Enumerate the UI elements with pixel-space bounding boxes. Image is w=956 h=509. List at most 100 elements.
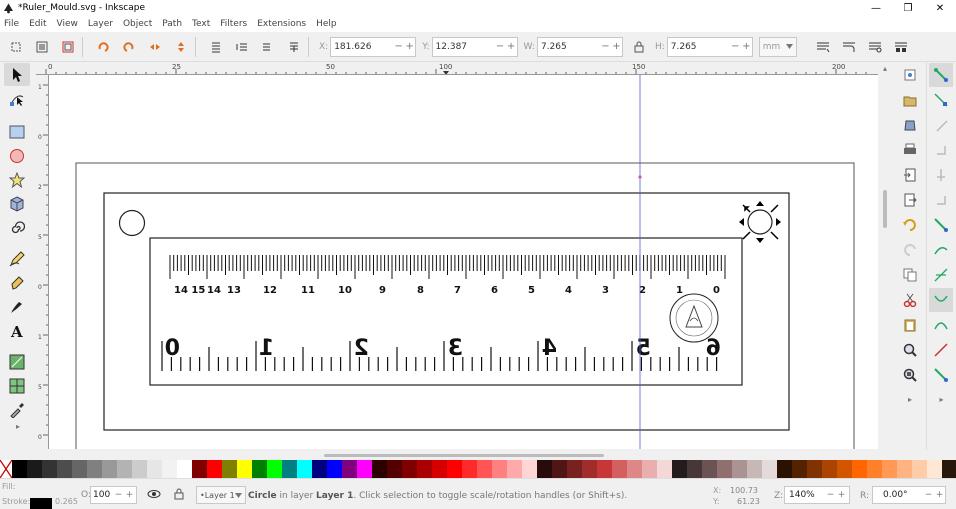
star-tool[interactable] xyxy=(4,168,30,191)
palette-swatch[interactable] xyxy=(267,460,282,478)
palette-swatch[interactable] xyxy=(807,460,822,478)
select-all-icon[interactable] xyxy=(6,37,26,57)
opacity-decrement[interactable]: − xyxy=(113,490,124,500)
w-value[interactable]: 7.265 xyxy=(538,42,600,52)
zoom-increment[interactable]: + xyxy=(836,490,847,500)
palette-swatch[interactable] xyxy=(387,460,402,478)
lower-to-bottom-icon[interactable] xyxy=(206,37,226,57)
vertical-ruler[interactable]: 1 0 2 5 0 1 5 0 xyxy=(36,75,49,449)
mesh-tool[interactable] xyxy=(4,374,30,397)
rotation-value[interactable]: 0.00° xyxy=(873,490,923,500)
palette-swatch[interactable] xyxy=(312,460,327,478)
palette-swatch[interactable] xyxy=(717,460,732,478)
rotate-ccw-icon[interactable] xyxy=(93,37,113,57)
snap-path-intersection-icon[interactable] xyxy=(929,263,953,287)
menu-filters[interactable]: Filters xyxy=(220,19,247,29)
palette-swatch[interactable] xyxy=(657,460,672,478)
palette-swatch[interactable] xyxy=(402,460,417,478)
menu-help[interactable]: Help xyxy=(316,19,337,29)
new-document-icon[interactable] xyxy=(898,63,922,87)
horizontal-ruler[interactable]: 0 25 50 100 150 200 xyxy=(36,62,878,75)
menu-extensions[interactable]: Extensions xyxy=(257,19,306,29)
snap-bbox-corner-icon[interactable] xyxy=(929,138,953,162)
palette-swatch[interactable] xyxy=(192,460,207,478)
palette-swatch[interactable] xyxy=(342,460,357,478)
zoom-drawing-icon[interactable] xyxy=(898,363,922,387)
palette-swatch[interactable] xyxy=(507,460,522,478)
snap-bbox-edge-icon[interactable] xyxy=(929,113,953,137)
snap-centers-icon[interactable] xyxy=(929,363,953,387)
selector-tool[interactable] xyxy=(4,63,30,86)
snap-bbox-center-icon[interactable] xyxy=(929,188,953,212)
move-patterns-icon[interactable] xyxy=(891,37,911,57)
ellipse-tool[interactable] xyxy=(4,144,30,167)
palette-swatch[interactable] xyxy=(702,460,717,478)
dropper-tool[interactable] xyxy=(4,398,30,421)
snap-nodes-icon[interactable] xyxy=(929,213,953,237)
scale-corners-icon[interactable] xyxy=(839,37,859,57)
export-icon[interactable] xyxy=(898,188,922,212)
spiral-tool[interactable] xyxy=(4,216,30,239)
palette-swatch[interactable] xyxy=(867,460,882,478)
y-increment[interactable]: + xyxy=(506,41,517,52)
select-all-layers-icon[interactable] xyxy=(32,37,52,57)
raise-icon[interactable] xyxy=(258,37,278,57)
toggle-visibility-icon[interactable] xyxy=(147,488,161,503)
palette-swatch[interactable] xyxy=(372,460,387,478)
palette-swatch[interactable] xyxy=(942,460,956,478)
menu-layer[interactable]: Layer xyxy=(88,19,113,29)
x-value[interactable]: 181.626 xyxy=(331,42,393,52)
w-decrement[interactable]: − xyxy=(600,41,611,52)
h-value[interactable]: 7.265 xyxy=(668,42,730,52)
unit-select[interactable]: mm xyxy=(758,36,797,57)
lock-proportions-icon[interactable] xyxy=(629,37,649,57)
palette-swatch[interactable] xyxy=(912,460,927,478)
palette-swatch[interactable] xyxy=(762,460,777,478)
menu-object[interactable]: Object xyxy=(123,19,152,29)
x-spinbox[interactable]: 181.626 − + xyxy=(330,36,417,57)
x-increment[interactable]: + xyxy=(404,41,415,52)
scale-stroke-icon[interactable] xyxy=(813,37,833,57)
palette-swatch[interactable] xyxy=(297,460,312,478)
pencil-tool[interactable] xyxy=(4,247,30,270)
palette-swatch[interactable] xyxy=(327,460,342,478)
zoom-spinbox[interactable]: 140% − + xyxy=(784,486,850,504)
opacity-spinbox[interactable]: 100 − + xyxy=(90,486,137,504)
palette-swatch[interactable] xyxy=(162,460,177,478)
horizontal-scrollbar[interactable] xyxy=(36,450,892,460)
scroll-up-icon[interactable]: ▴ xyxy=(878,62,892,74)
palette-swatch[interactable] xyxy=(747,460,762,478)
toolbox-more-icon[interactable]: ▸ xyxy=(0,422,36,432)
snap-toggle-icon[interactable] xyxy=(929,63,953,87)
menu-view[interactable]: View xyxy=(57,19,78,29)
menu-path[interactable]: Path xyxy=(162,19,182,29)
palette-swatch[interactable] xyxy=(132,460,147,478)
palette-swatch[interactable] xyxy=(72,460,87,478)
text-tool[interactable]: A xyxy=(4,319,30,342)
w-increment[interactable]: + xyxy=(611,41,622,52)
palette-swatch[interactable] xyxy=(882,460,897,478)
raise-to-top-icon[interactable] xyxy=(284,37,304,57)
palette-swatch[interactable] xyxy=(627,460,642,478)
maximize-button[interactable]: ❐ xyxy=(892,0,924,16)
print-icon[interactable] xyxy=(898,138,922,162)
move-gradients-icon[interactable] xyxy=(865,37,885,57)
redo-icon[interactable] xyxy=(898,238,922,262)
current-layer-select[interactable]: •Layer 1 xyxy=(196,486,246,504)
palette-swatch[interactable] xyxy=(612,460,627,478)
palette-swatch[interactable] xyxy=(927,460,942,478)
drawing-canvas[interactable]: 14 15 14 13 12 11 10 9 8 7 6 5 4 3 2 1 0… xyxy=(49,75,878,449)
no-paint-swatch[interactable] xyxy=(0,459,13,479)
rotation-spinbox[interactable]: 0.00° − + xyxy=(872,486,946,504)
open-file-icon[interactable] xyxy=(898,88,922,112)
palette-swatch[interactable] xyxy=(477,460,492,478)
snap-more-icon[interactable]: ▸ xyxy=(927,395,956,404)
copy-icon[interactable] xyxy=(898,263,922,287)
palette-swatch[interactable] xyxy=(42,460,57,478)
snap-cusp-nodes-icon[interactable] xyxy=(929,288,953,312)
gradient-tool[interactable] xyxy=(4,350,30,373)
3d-box-tool[interactable] xyxy=(4,192,30,215)
h-increment[interactable]: + xyxy=(741,41,752,52)
palette-swatch[interactable] xyxy=(522,460,537,478)
palette-swatch[interactable] xyxy=(597,460,612,478)
